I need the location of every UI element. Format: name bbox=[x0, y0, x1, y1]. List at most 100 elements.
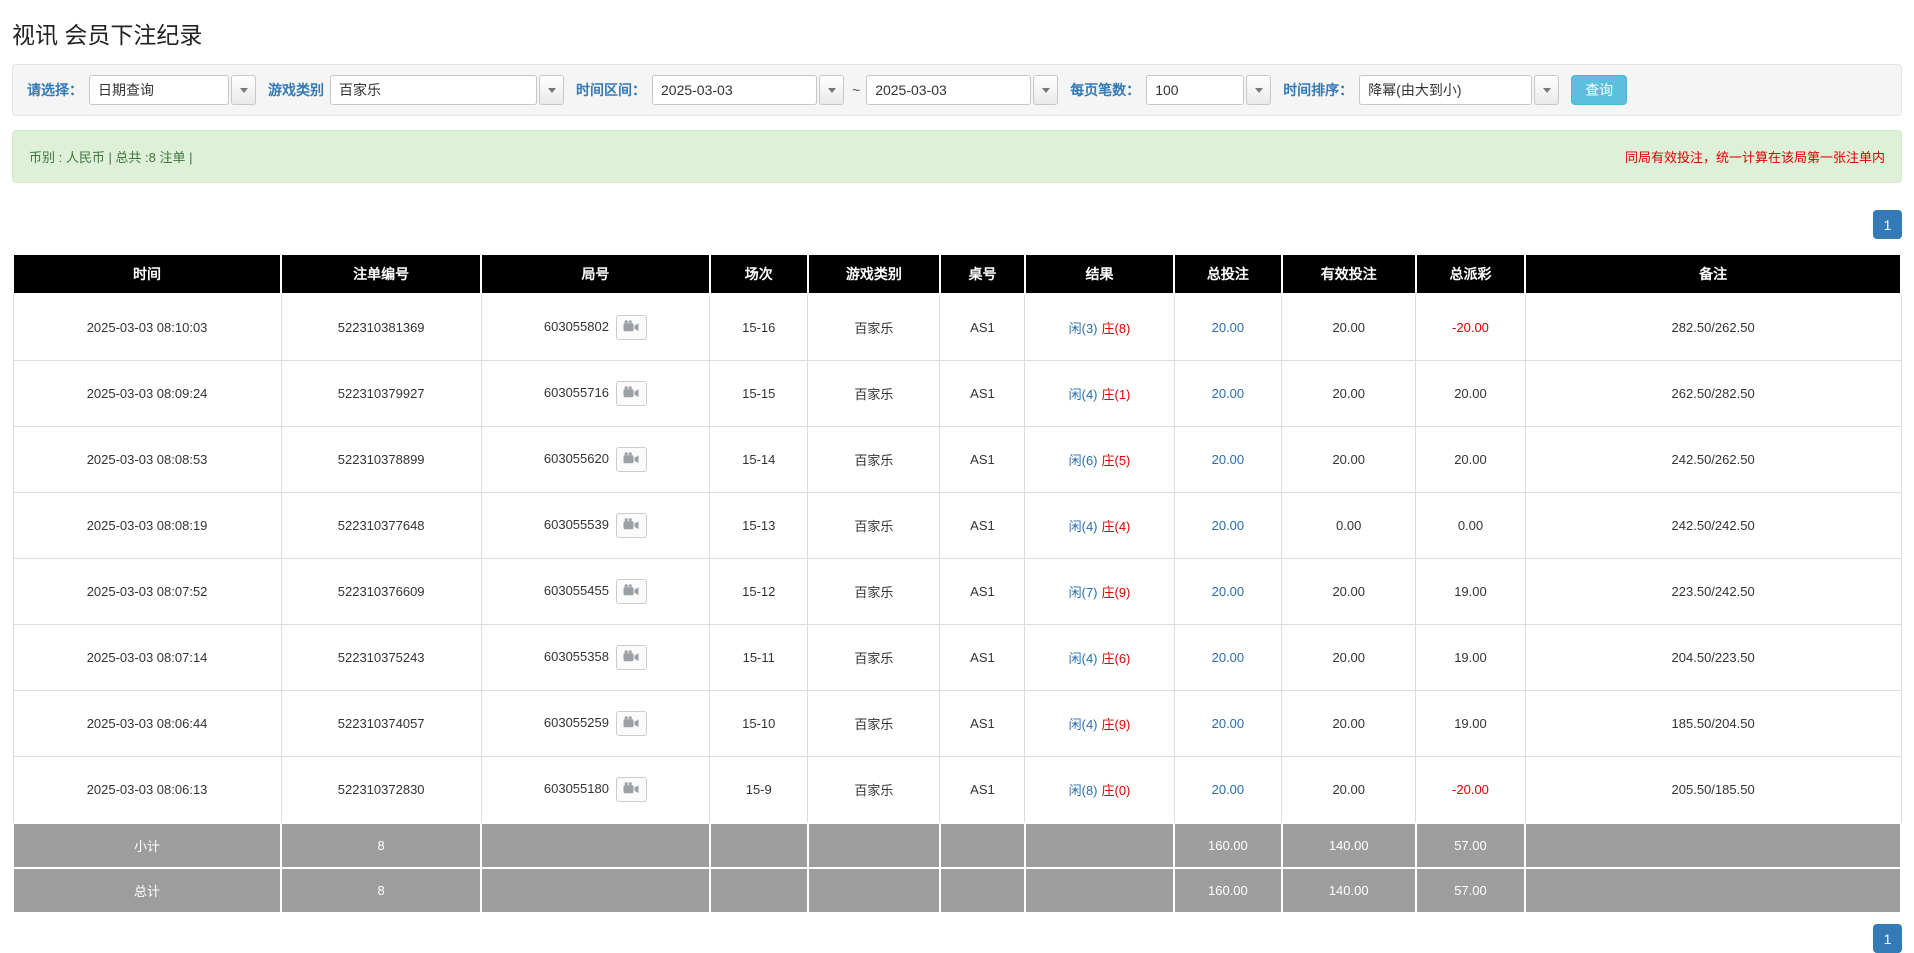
total-bet-link[interactable]: 20.00 bbox=[1212, 320, 1245, 335]
video-camera-icon bbox=[623, 385, 639, 402]
date-range-separator: ~ bbox=[852, 82, 861, 98]
cell-remark: 185.50/204.50 bbox=[1524, 690, 1902, 757]
date-from-value[interactable]: 2025-03-03 bbox=[652, 75, 817, 105]
cell-table-no: AS1 bbox=[939, 360, 1026, 427]
round-video-button[interactable] bbox=[615, 381, 647, 406]
total-bet-link[interactable]: 20.00 bbox=[1212, 452, 1245, 467]
page-button-1[interactable]: 1 bbox=[1873, 924, 1902, 953]
footer-cell-5 bbox=[938, 822, 1026, 869]
round-video-button[interactable] bbox=[615, 711, 647, 736]
page-size-combo: 100 bbox=[1146, 75, 1272, 105]
summary-bar: 币别 : 人民币 | 总共 :8 注单 | 同局有效投注，统一计算在该局第一张注… bbox=[12, 130, 1902, 183]
cell-valid-bet: 20.00 bbox=[1281, 558, 1417, 625]
round-video-button[interactable] bbox=[615, 513, 647, 538]
payout-value: -20.00 bbox=[1452, 782, 1489, 797]
cell-game-type: 百家乐 bbox=[807, 690, 941, 757]
total-bet-link[interactable]: 20.00 bbox=[1212, 650, 1245, 665]
cell-result: 闲(8) 庄(0) bbox=[1024, 756, 1175, 824]
footer-cell-2 bbox=[480, 822, 711, 869]
cell-time: 2025-03-03 08:09:24 bbox=[12, 360, 282, 427]
cell-result: 闲(3) 庄(8) bbox=[1024, 293, 1175, 361]
result-banker: 庄(9) bbox=[1101, 585, 1131, 600]
cell-total-bet: 20.00 bbox=[1173, 360, 1283, 427]
total-bet-link[interactable]: 20.00 bbox=[1212, 716, 1245, 731]
cell-bet-id: 522310376609 bbox=[280, 558, 482, 625]
cell-time: 2025-03-03 08:10:03 bbox=[12, 293, 282, 361]
record-row: 2025-03-03 08:06:13 522310372830 603055180… bbox=[12, 756, 1902, 824]
game-type-dropdown-arrow[interactable] bbox=[539, 75, 564, 105]
cell-session: 15-9 bbox=[709, 756, 809, 824]
total-bet-link[interactable]: 20.00 bbox=[1212, 584, 1245, 599]
date-range-label: 时间区间： bbox=[576, 82, 646, 98]
cell-remark: 262.50/282.50 bbox=[1524, 360, 1902, 427]
video-camera-icon bbox=[623, 517, 639, 534]
chevron-down-icon bbox=[1542, 87, 1551, 93]
summary-info: 币别 : 人民币 | 总共 :8 注单 | bbox=[29, 150, 193, 165]
sort-order-dropdown-arrow[interactable] bbox=[1534, 75, 1560, 105]
result-player: 闲(4) bbox=[1068, 651, 1098, 666]
betting-records-table: 时间 注单编号 局号 场次 游戏类别 桌号 结果 总投注 有效投注 总派彩 备注 2025-03-0… bbox=[11, 253, 1902, 914]
page-size-dropdown-arrow[interactable] bbox=[1246, 75, 1272, 105]
result-banker: 庄(8) bbox=[1101, 321, 1131, 336]
cell-remark: 205.50/185.50 bbox=[1524, 756, 1902, 824]
search-button[interactable]: 查询 bbox=[1571, 75, 1628, 105]
result-player: 闲(4) bbox=[1068, 717, 1098, 732]
round-video-button[interactable] bbox=[615, 777, 647, 802]
round-video-button[interactable] bbox=[615, 645, 647, 670]
sort-order-combo: 降幂(由大到小) bbox=[1359, 75, 1560, 105]
footer-cell-0: 小计 bbox=[11, 822, 283, 869]
cell-table-no: AS1 bbox=[939, 492, 1026, 559]
cell-total-bet: 20.00 bbox=[1173, 756, 1283, 824]
cell-payout: 20.00 bbox=[1415, 360, 1526, 427]
cell-round-id: 603055455 bbox=[480, 558, 711, 625]
footer-cell-7: 160.00 bbox=[1173, 867, 1283, 914]
page-size-value[interactable]: 100 bbox=[1146, 75, 1245, 105]
total-bet-link[interactable]: 20.00 bbox=[1212, 782, 1245, 797]
game-type-value[interactable]: 百家乐 bbox=[330, 75, 537, 105]
record-row: 2025-03-03 08:07:14 522310375243 603055358… bbox=[12, 624, 1902, 691]
video-camera-icon bbox=[623, 781, 639, 798]
total-bet-link[interactable]: 20.00 bbox=[1212, 518, 1245, 533]
cell-table-no: AS1 bbox=[939, 624, 1026, 691]
betting-records-page: 视讯 会员下注纪录 请选择： 日期查询 游戏类别 百家乐 时间区间： 2025-… bbox=[0, 0, 1914, 953]
cell-game-type: 百家乐 bbox=[807, 756, 941, 824]
footer-cell-4 bbox=[806, 867, 941, 914]
round-video-button[interactable] bbox=[615, 579, 647, 604]
date-from-dropdown-arrow[interactable] bbox=[819, 75, 844, 105]
footer-cell-3 bbox=[708, 867, 809, 914]
date-to-picker: 2025-03-03 bbox=[866, 75, 1059, 105]
cell-total-bet: 20.00 bbox=[1173, 293, 1283, 361]
round-video-button[interactable] bbox=[615, 315, 647, 340]
date-from-picker: 2025-03-03 bbox=[652, 75, 844, 105]
record-row: 2025-03-03 08:07:52 522310376609 603055455… bbox=[12, 558, 1902, 625]
sort-order-value[interactable]: 降幂(由大到小) bbox=[1359, 75, 1533, 105]
cell-game-type: 百家乐 bbox=[807, 624, 941, 691]
cell-game-type: 百家乐 bbox=[807, 492, 941, 559]
date-to-value[interactable]: 2025-03-03 bbox=[866, 75, 1032, 105]
query-type-value[interactable]: 日期查询 bbox=[89, 75, 229, 105]
cell-bet-id: 522310379927 bbox=[280, 360, 482, 427]
cell-round-id: 603055716 bbox=[480, 360, 711, 427]
cell-remark: 242.50/262.50 bbox=[1524, 426, 1902, 493]
column-header-4: 游戏类别 bbox=[806, 253, 941, 295]
chevron-down-icon bbox=[239, 87, 248, 93]
result-player: 闲(8) bbox=[1068, 783, 1098, 798]
total-bet-link[interactable]: 20.00 bbox=[1212, 386, 1245, 401]
column-header-9: 总派彩 bbox=[1414, 253, 1527, 295]
footer-cell-7: 160.00 bbox=[1173, 822, 1283, 869]
chevron-down-icon bbox=[1254, 87, 1263, 93]
result-banker: 庄(6) bbox=[1101, 651, 1131, 666]
query-type-dropdown-arrow[interactable] bbox=[231, 75, 256, 105]
column-header-10: 备注 bbox=[1524, 253, 1902, 295]
cell-remark: 282.50/262.50 bbox=[1524, 293, 1902, 361]
cell-table-no: AS1 bbox=[939, 558, 1026, 625]
subtotal-row: 小计 8 160.00 140.00 57.00 bbox=[11, 822, 1902, 869]
page-button-1[interactable]: 1 bbox=[1873, 210, 1902, 239]
result-banker: 庄(0) bbox=[1101, 783, 1131, 798]
chevron-down-icon bbox=[547, 87, 556, 93]
cell-game-type: 百家乐 bbox=[807, 558, 941, 625]
cell-payout: 19.00 bbox=[1415, 558, 1526, 625]
round-video-button[interactable] bbox=[615, 447, 647, 472]
cell-session: 15-14 bbox=[709, 426, 809, 493]
date-to-dropdown-arrow[interactable] bbox=[1033, 75, 1059, 105]
